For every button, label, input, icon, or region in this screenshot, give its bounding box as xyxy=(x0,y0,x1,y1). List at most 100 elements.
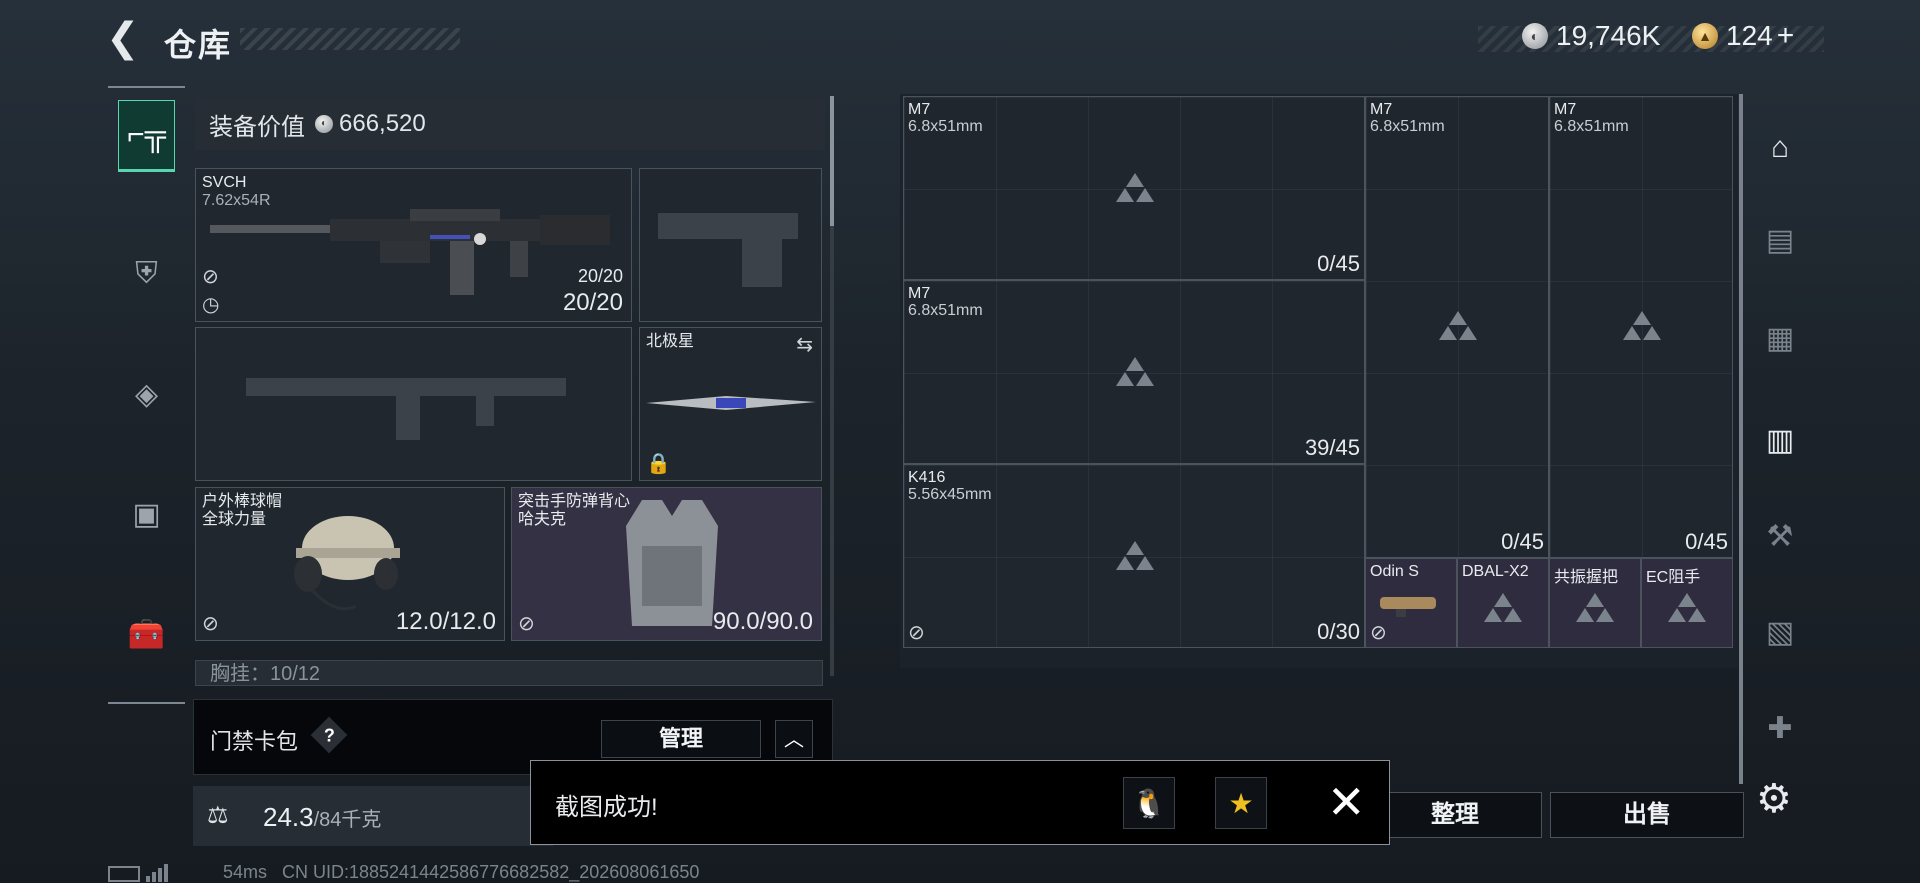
help-glyph: ? xyxy=(323,725,335,745)
tier-iv-medical-icon[interactable]: ✚ xyxy=(1752,700,1808,756)
weight-bar: ⚖ 24.3/84千克 xyxy=(193,786,553,846)
close-icon[interactable]: ✕ xyxy=(1327,779,1366,825)
magazine-count: 0/45 xyxy=(1685,529,1728,554)
equipment-value-amount: 666,520 xyxy=(339,110,426,137)
weight-current: 24.3 xyxy=(263,802,314,832)
tier-iv-cabinet-icon[interactable]: ▧ xyxy=(1752,604,1808,660)
attachment-name: EC阻手 xyxy=(1646,569,1701,586)
tier-iv-safe-icon[interactable]: ▦ xyxy=(1752,310,1808,366)
screenshot-toast: 截图成功! 🐧 ★ ✕ xyxy=(530,760,1390,845)
magazine-slot[interactable]: M7 6.8x51mm 0/45 xyxy=(1549,96,1733,558)
melee-name: 北极星 xyxy=(646,333,695,350)
magazine-placeholder-icon xyxy=(1116,541,1154,571)
storage-icon[interactable]: ⌂ xyxy=(1752,120,1808,176)
magazine-slot[interactable]: M7 6.8x51mm 0/45 xyxy=(903,96,1365,280)
left-scrollbar[interactable] xyxy=(830,96,834,676)
manage-button[interactable]: 管理 xyxy=(601,720,761,758)
settings-gear-icon[interactable]: ⚙ xyxy=(1756,776,1792,822)
silver-amount: 19,746K xyxy=(1556,20,1661,51)
magazine-slot[interactable]: K416 5.56x45mm ⊘ 0/30 xyxy=(903,464,1365,648)
magazine-caliber: 5.56x45mm xyxy=(908,486,992,503)
nav-backpack-icon[interactable]: ◈ xyxy=(118,358,175,430)
melee-slot[interactable]: 北极星 ⇆ 🔒 xyxy=(639,327,822,481)
equipment-value-label: 装备价值 xyxy=(209,113,305,141)
page-title: 仓库 xyxy=(164,27,233,63)
attachment-placeholder-icon xyxy=(1668,593,1706,623)
armor-slot[interactable]: 突击手防弹背心 哈夫克 ⊘ 90.0/90.0 xyxy=(511,487,822,641)
attachment-placeholder-icon xyxy=(1484,593,1522,623)
magazine-placeholder-icon xyxy=(1623,311,1661,341)
magazine-count: 0/45 xyxy=(1317,251,1360,276)
tier-iii-rack-icon[interactable]: ▤ xyxy=(1752,212,1808,268)
left-scroll-thumb[interactable] xyxy=(830,96,834,226)
add-gold-icon[interactable]: + xyxy=(1777,19,1795,53)
magazine-name: M7 xyxy=(1370,101,1393,118)
magazine-name: K416 xyxy=(908,469,946,486)
nav-weapon-icon[interactable]: ⌐╦ xyxy=(118,100,175,172)
magazine-slot[interactable]: M7 6.8x51mm 0/45 xyxy=(1365,96,1549,558)
knife-image xyxy=(646,396,816,410)
scope-image xyxy=(1380,597,1436,617)
helmet-brand: 全球力量 xyxy=(202,511,267,528)
pistol-slot[interactable] xyxy=(639,168,822,322)
armor-image xyxy=(626,500,718,626)
nav-toolbox-icon[interactable]: 🧰 xyxy=(118,598,175,670)
rifle-image xyxy=(210,209,610,295)
tier-iv-tool-icon[interactable]: ⚒ xyxy=(1752,508,1808,564)
magazine-count: 0/30 xyxy=(1317,619,1360,644)
battery-icon xyxy=(108,866,140,882)
silver-coin-icon: ◐ xyxy=(315,115,333,133)
toast-message: 截图成功! xyxy=(555,794,658,821)
swap-icon[interactable]: ⇆ xyxy=(796,332,813,357)
attachment-slot[interactable]: 共振握把 xyxy=(1549,558,1641,648)
magazine-caliber: 6.8x51mm xyxy=(908,302,983,319)
gold-coin-icon: ▲ xyxy=(1692,23,1718,49)
tier-ii-rack-icon[interactable]: ▥ xyxy=(1752,412,1808,468)
expand-up-icon[interactable]: ︿ xyxy=(775,720,813,758)
armor-brand: 哈夫克 xyxy=(518,511,567,528)
signal-icon xyxy=(146,864,168,882)
no-insure-icon: ⊘ xyxy=(202,266,219,288)
no-insure-icon: ⊘ xyxy=(202,613,219,635)
right-scroll-thumb[interactable] xyxy=(1739,94,1743,784)
device-status xyxy=(108,864,168,882)
qq-share-icon[interactable]: 🐧 xyxy=(1123,777,1175,829)
magazine-name: M7 xyxy=(908,285,931,302)
weight-max: /84千克 xyxy=(313,809,382,831)
attachment-slot[interactable]: Odin S ⊘ xyxy=(1365,558,1457,648)
keycard-label: 门禁卡包 xyxy=(210,729,299,754)
weapon-ammo: 20/20 xyxy=(562,289,623,316)
right-scrollbar[interactable] xyxy=(1739,94,1743,784)
attachment-name: DBAL-X2 xyxy=(1462,563,1529,580)
qzone-share-icon[interactable]: ★ xyxy=(1215,777,1267,829)
gold-amount: 124 xyxy=(1726,20,1773,51)
weapon-magazine: 20/20 xyxy=(577,266,623,286)
primary-weapon-slot[interactable]: SVCH 7.62x54R ⊘ 20/20 ◷ 20/20 xyxy=(195,168,632,322)
nav-armor-icon[interactable]: ⛨ xyxy=(118,238,175,310)
secondary-weapon-slot[interactable] xyxy=(195,327,632,481)
no-insure-icon: ⊘ xyxy=(518,613,535,635)
magazine-slot[interactable]: M7 6.8x51mm 39/45 xyxy=(903,280,1365,464)
magazine-caliber: 6.8x51mm xyxy=(1554,118,1629,135)
no-insure-icon: ⊘ xyxy=(908,622,925,644)
armor-durability: 90.0/90.0 xyxy=(712,608,813,635)
nav-container-icon[interactable]: ▣ xyxy=(118,478,175,550)
organize-button[interactable]: 整理 xyxy=(1368,792,1542,838)
sell-button[interactable]: 出售 xyxy=(1550,792,1744,838)
gold-currency[interactable]: ▲ 124 + xyxy=(1692,19,1795,53)
attachment-slot[interactable]: EC阻手 xyxy=(1641,558,1733,648)
helmet-slot[interactable]: 户外棒球帽 全球力量 ⊘ 12.0/12.0 xyxy=(195,487,505,641)
chest-rig-header[interactable]: 胸挂：10/12 xyxy=(195,660,823,686)
magazine-count: 0/45 xyxy=(1501,529,1544,554)
back-arrow-icon[interactable]: ❮ xyxy=(106,18,146,58)
weight-value: 24.3/84千克 xyxy=(263,802,381,833)
attachment-slot[interactable]: DBAL-X2 xyxy=(1457,558,1549,648)
magazine-count: 39/45 xyxy=(1304,435,1360,460)
no-insure-icon: ⊘ xyxy=(1370,622,1387,644)
title-decoration xyxy=(240,28,460,50)
magazine-placeholder-icon xyxy=(1116,173,1154,203)
attachment-name: 共振握把 xyxy=(1554,569,1619,586)
help-icon[interactable]: ? xyxy=(310,716,348,754)
magazine-placeholder-icon xyxy=(1439,311,1477,341)
magazine-name: M7 xyxy=(908,101,931,118)
